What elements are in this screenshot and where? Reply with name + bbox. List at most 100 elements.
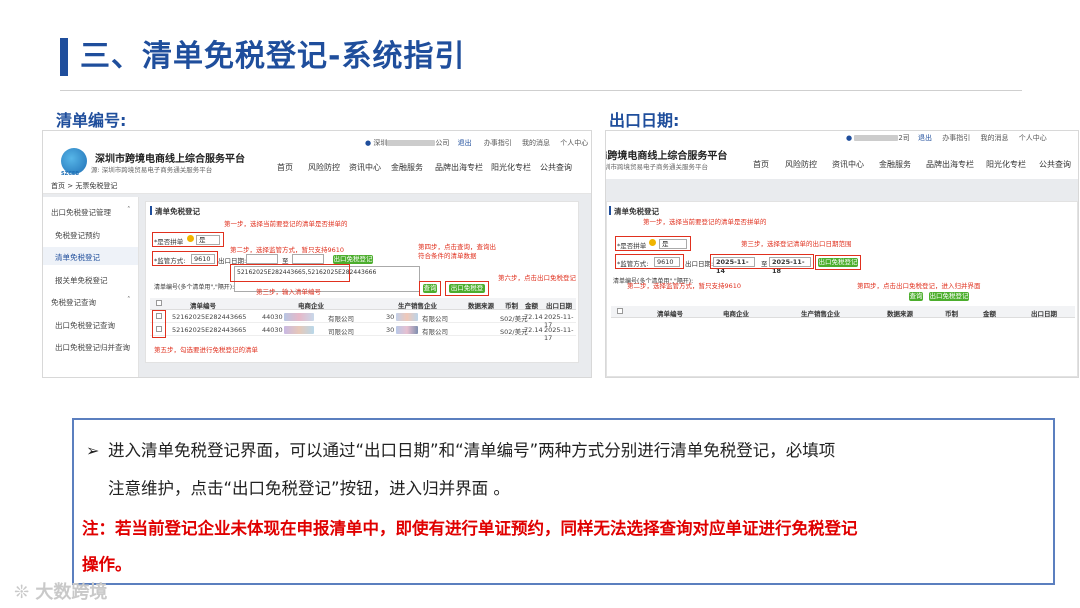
nav-news[interactable]: 资讯中心 [832, 159, 864, 170]
panel-title: 清单免税登记 [155, 207, 200, 216]
cell-ecom: 44030 [262, 313, 283, 321]
breadcrumb: 首页 > 无票免税登记 [43, 179, 591, 194]
right-heading: 出口日期: [609, 111, 680, 130]
select-all-checkbox[interactable] [617, 308, 623, 314]
left-user-info: ● 深圳 公司 退出 办事指引 我的消息 个人中心 [365, 139, 589, 147]
logout-link[interactable]: 退出 [458, 139, 472, 147]
profile-link[interactable]: 个人中心 [560, 139, 588, 147]
right-main-panel: 清单免税登记 第一步，选择当前要登记的清单是否拼单的 *是否拼单 是 第三步，选… [606, 201, 1078, 377]
site-subtitle: 源: 深圳市跨境贸易电子商务通关服务平台 [91, 166, 213, 174]
highlight-checkboxes [152, 310, 166, 338]
col-list-no: 清单编号 [657, 310, 683, 318]
col-currency: 币制 [505, 302, 518, 310]
sidebar-item-customs-register[interactable]: 报关单免税登记 [55, 275, 108, 286]
cell-ecom-suffix: 司限公司 [328, 328, 354, 336]
select-all-checkbox[interactable] [156, 300, 162, 306]
annotation-step-6: 第六步，点击出口免税登记 [498, 274, 576, 282]
col-date: 出口日期 [1031, 310, 1057, 318]
annotation-step-3: 第三步，输入清单编号 [256, 288, 321, 296]
nav-finance[interactable]: 金融服务 [391, 162, 423, 173]
col-source: 数据来源 [887, 310, 913, 318]
user-icon: ● [365, 139, 372, 147]
site-name: i跨境电商线上综合服务平台 [605, 151, 728, 162]
sidebar-item-export-mgmt[interactable]: 出口免税登记管理 [51, 207, 111, 218]
sidebar-item-reservation[interactable]: 免税登记预约 [55, 230, 100, 241]
nav-risk[interactable]: 风险防控 [308, 162, 340, 173]
nav-sunshine[interactable]: 阳光化专栏 [491, 162, 531, 173]
nav-brand[interactable]: 品牌出海专栏 [435, 162, 483, 173]
sidebar-item-query-group[interactable]: 免税登记查询 [51, 297, 96, 308]
field-date-label: 出口日期: [685, 260, 714, 268]
cell-producer: 30 [386, 313, 395, 321]
page-title: 三、清单免税登记-系统指引 [80, 39, 466, 74]
user-icon: ● [846, 134, 853, 142]
site-name: 深圳市跨境电商线上综合服务平台 [95, 154, 245, 165]
note-warning-1: 注：若当前登记企业未体现在申报清单中，即使有进行单证预约，同样无法选择查询对应单… [82, 519, 858, 538]
col-ecom: 电商企业 [723, 310, 749, 318]
chevron-up-icon: ˆ [127, 206, 131, 214]
left-screenshot: ● 深圳 公司 退出 办事指引 我的消息 个人中心 SZCEB 深圳市跨境电商线上… [42, 130, 592, 378]
nav-sunshine[interactable]: 阳光化专栏 [986, 159, 1026, 170]
annotation-step-4: 第四步，点击查询，查询出符合条件的清单数据 [418, 243, 496, 260]
nav-finance[interactable]: 金融服务 [879, 159, 911, 170]
profile-link[interactable]: 个人中心 [1019, 134, 1047, 142]
panel-title-accent [609, 206, 611, 215]
col-producer: 生产销售企业 [398, 302, 437, 310]
field-list-label: 清单编号(多个清单用","隔开): [154, 284, 235, 291]
watermark-logo-icon: ❊ [14, 582, 30, 603]
cell-date: 2025-11-17 [544, 326, 574, 342]
sidebar-item-list-register[interactable]: 清单免税登记 [55, 252, 100, 263]
register-button[interactable]: 出口免税登记 [929, 292, 969, 301]
nav-home[interactable]: 首页 [753, 159, 769, 170]
date-from-input[interactable] [246, 254, 278, 264]
sidebar-item-merge-query[interactable]: 出口免税登记归并查询 [55, 342, 130, 353]
annotation-step-1: 第一步，选择当前要登记的清单是否拼单的 [643, 218, 767, 226]
col-list-no: 清单编号 [190, 302, 216, 310]
nav-risk[interactable]: 风险防控 [785, 159, 817, 170]
annotation-step-4: 第四步，点击出口免税登记，进入归并界面 [857, 282, 981, 290]
col-currency: 币制 [945, 310, 958, 318]
nav-home[interactable]: 首页 [277, 162, 293, 173]
query-button[interactable]: 查询 [909, 292, 923, 301]
nav-public[interactable]: 公共查询 [1039, 159, 1071, 170]
left-site-header: ● 深圳 公司 退出 办事指引 我的消息 个人中心 SZCEB 深圳市跨境电商线上… [43, 131, 591, 179]
col-date: 出口日期 [546, 302, 572, 310]
highlight-register [445, 281, 489, 296]
table-header: 清单编号 电商企业 生产销售企业 数据来源 币制 金额 出口日期 [611, 306, 1075, 318]
messages-link[interactable]: 我的消息 [522, 139, 550, 147]
date-to-input[interactable] [292, 254, 324, 264]
highlight-mode [615, 254, 684, 269]
highlight-query [419, 281, 441, 296]
watermark: ❊ 大数跨境 [14, 582, 108, 603]
guide-link[interactable]: 办事指引 [484, 139, 512, 147]
table-row[interactable]: 52162025E282443665 44030 有限公司 30 有限公司 S0… [150, 311, 576, 329]
title-accent-bar [60, 38, 68, 76]
messages-link[interactable]: 我的消息 [981, 134, 1009, 142]
note-bullet-icon: ➢ [86, 441, 100, 460]
register-button-top[interactable]: 出口免税登记 [333, 255, 373, 264]
nav-public[interactable]: 公共查询 [540, 162, 572, 173]
chevron-up-icon: ˆ [127, 296, 131, 304]
cell-amount: 72.14 [524, 313, 543, 321]
left-heading: 清单编号: [56, 111, 127, 130]
cell-list-no: 52162025E282443665 [172, 313, 247, 321]
right-site-header: ● 2司 退出 办事指引 我的消息 个人中心 i跨境电商线上综合服务平台 圳市跨… [606, 131, 1078, 179]
annotation-step-1: 第一步，选择当前要登记的清单是否拼单的 [224, 220, 348, 228]
sidebar-item-export-query[interactable]: 出口免税登记查询 [55, 320, 115, 331]
table-header: 清单编号 电商企业 生产销售企业 数据来源 币制 金额 出口日期 [150, 298, 576, 310]
highlight-date [710, 254, 814, 269]
highlight-register-top [815, 255, 861, 270]
nav-news[interactable]: 资讯中心 [349, 162, 381, 173]
col-source: 数据来源 [468, 302, 494, 310]
annotation-step-3: 第三步，选择登记清单的出口日期范围 [741, 240, 852, 248]
table-row[interactable]: 52162025E282443665 44030 司限公司 30 有限公司 S0… [150, 324, 576, 342]
logo-text: SZCEB [61, 171, 80, 177]
nav-brand[interactable]: 品牌出海专栏 [926, 159, 974, 170]
guide-link[interactable]: 办事指引 [942, 134, 970, 142]
note-line-2: 注意维护，点击“出口免税登记”按钮，进入归并界面 。 [108, 479, 510, 498]
logout-link[interactable]: 退出 [918, 134, 932, 142]
cell-amount: 72.14 [524, 326, 543, 334]
highlight-mode [152, 251, 218, 266]
highlight-single [615, 236, 691, 251]
cell-ecom-suffix: 有限公司 [328, 315, 354, 323]
